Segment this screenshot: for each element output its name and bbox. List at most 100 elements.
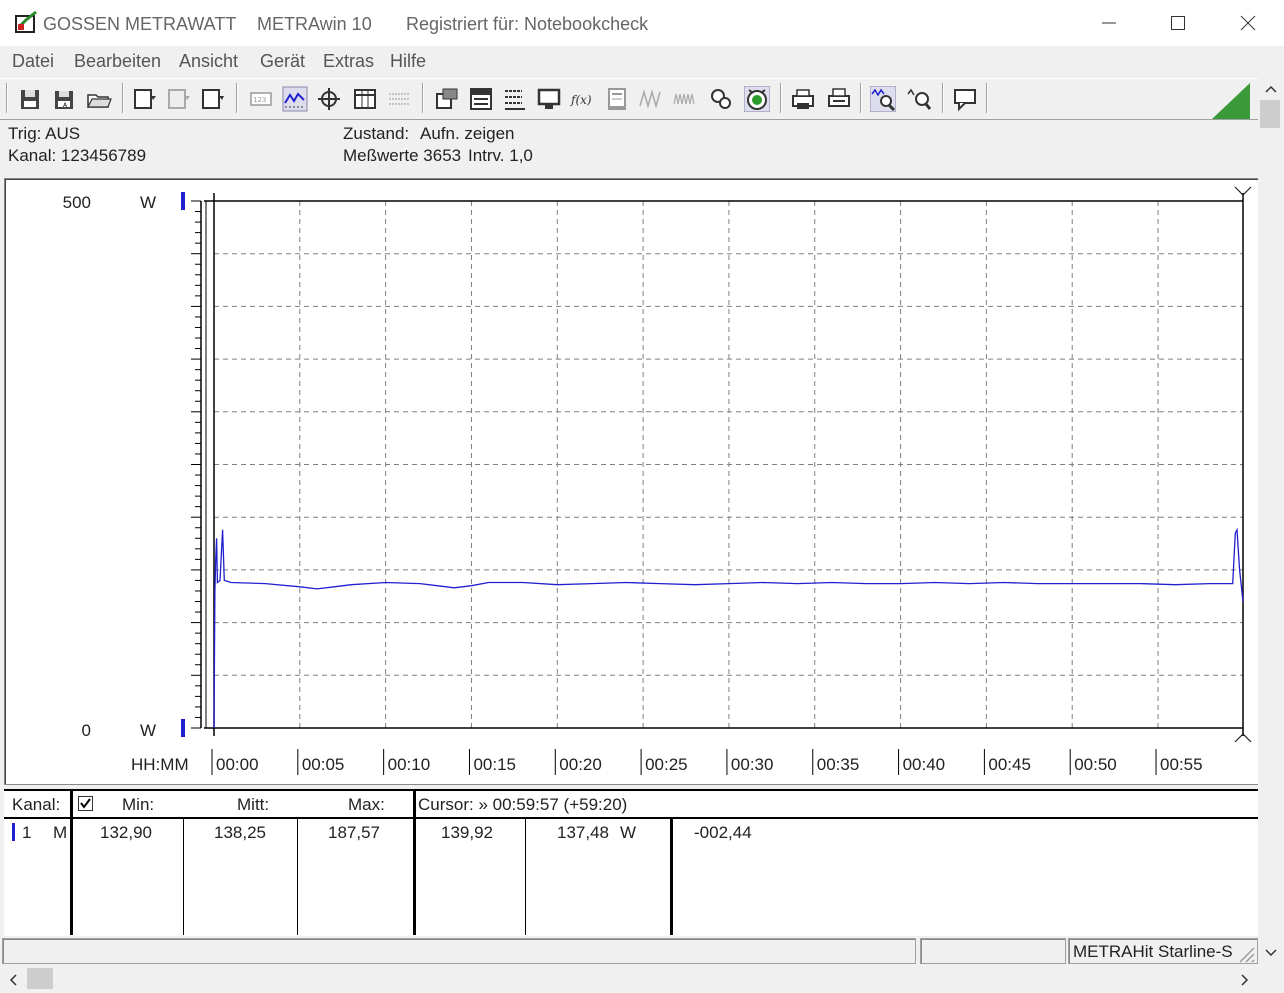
- x-tick-label: 00:15: [473, 755, 516, 774]
- x-tick-labels: 00:00 00:05 00:10 00:15 00:20 00:25 00:30 00:35…: [211, 749, 1203, 775]
- settings-tools-icon[interactable]: [708, 86, 734, 112]
- y-axis-unit-bottom: W: [140, 721, 156, 740]
- vertical-scrollbar[interactable]: [1258, 76, 1284, 966]
- row-mitt: 138,25: [214, 823, 266, 842]
- menu-datei[interactable]: Datei: [12, 51, 54, 72]
- message-icon[interactable]: [952, 86, 978, 112]
- function-icon[interactable]: ƒ(x): [570, 86, 596, 112]
- y-scale-marker-bottom: [181, 719, 185, 737]
- state-value: Aufn. zeigen: [420, 124, 515, 143]
- table-view-icon[interactable]: [352, 86, 378, 112]
- table-header-divider: [4, 817, 1258, 819]
- waveform-dense-icon[interactable]: [672, 86, 698, 112]
- window-tile-icon[interactable]: [468, 86, 494, 112]
- interval-value: Intrv. 1,0: [468, 146, 533, 165]
- vertical-scroll-thumb[interactable]: [1260, 100, 1280, 128]
- crosshair-cursor-icon[interactable]: [316, 86, 342, 112]
- print-icon[interactable]: [826, 86, 852, 112]
- monitor-icon[interactable]: [536, 86, 562, 112]
- menu-extras[interactable]: Extras: [323, 51, 374, 72]
- x-tick-label: 00:05: [302, 755, 345, 774]
- zoom-out-icon[interactable]: [906, 86, 932, 112]
- measurement-count: Meßwerte 3653: [343, 146, 462, 165]
- x-tick-label: 00:25: [645, 755, 688, 774]
- window-arrange-icon[interactable]: [434, 86, 460, 112]
- x-tick-label: 00:10: [388, 755, 431, 774]
- x-tick-label: 00:30: [731, 755, 774, 774]
- channel-list-icon[interactable]: [502, 86, 528, 112]
- status-pane-device: METRAHit Starline-S: [1068, 938, 1258, 964]
- device-disabled-icon[interactable]: [166, 86, 192, 112]
- chart-panel[interactable]: 500 W 0 W HH:MM 00:00 00:05 00:10 00:15 00:2…: [4, 178, 1260, 785]
- row-cursor-value: 139,92: [441, 823, 493, 842]
- header-cursor: Cursor: » 00:59:57 (+59:20): [418, 795, 628, 814]
- scroll-right-arrow-icon[interactable]: [1240, 974, 1250, 986]
- checkmark-icon: [80, 798, 91, 809]
- header-mitt: Mitt:: [237, 795, 270, 814]
- scroll-left-arrow-icon[interactable]: [8, 974, 18, 986]
- status-pane-main: [2, 938, 916, 964]
- trigger-status: Trig: AUS: [8, 124, 81, 143]
- header-max: Max:: [348, 795, 385, 814]
- numeric-view-icon[interactable]: 123: [248, 86, 274, 112]
- toolbar-separator: [422, 83, 424, 113]
- x-tick-label: 00:45: [988, 755, 1031, 774]
- horizontal-scroll-thumb[interactable]: [27, 968, 53, 989]
- status-bar: METRAHit Starline-S: [0, 936, 1258, 966]
- menu-ansicht[interactable]: Ansicht: [179, 51, 238, 72]
- toolbar-separator: [780, 83, 782, 113]
- scroll-down-arrow-icon[interactable]: [1265, 948, 1277, 958]
- power-chart[interactable]: 500 W 0 W HH:MM 00:00 00:05 00:10 00:15 00:2…: [5, 179, 1259, 784]
- close-button[interactable]: [1225, 8, 1271, 38]
- save-as-icon[interactable]: A: [52, 86, 78, 112]
- device-name: METRAHit Starline-S: [1073, 942, 1233, 961]
- chart-axes: [191, 193, 1244, 736]
- chart-grid: [214, 201, 1243, 728]
- scroll-up-arrow-icon[interactable]: [1265, 84, 1277, 94]
- minimize-button[interactable]: [1086, 8, 1132, 38]
- chart-view-icon[interactable]: [282, 86, 308, 112]
- horizontal-scrollbar[interactable]: [0, 966, 1258, 993]
- y-axis-min-label: 0: [82, 721, 91, 740]
- registration-text: Registriert für: Notebookcheck: [406, 14, 649, 34]
- row-cursor-value-2: 137,48: [557, 823, 609, 842]
- app-logo-icon: [14, 10, 38, 39]
- resize-grip-icon[interactable]: [1236, 944, 1256, 964]
- device-write-icon[interactable]: [200, 86, 226, 112]
- menu-hilfe[interactable]: Hilfe: [390, 51, 426, 72]
- row-max: 187,57: [328, 823, 380, 842]
- y-axis-unit-top: W: [140, 193, 156, 212]
- open-folder-icon[interactable]: [86, 86, 112, 112]
- channel-status: Kanal: 123456789: [8, 146, 147, 165]
- measurement-table: Kanal: Min: Mitt: Max: Cursor: » 00:59:5…: [4, 789, 1258, 937]
- status-triangle-icon: [1212, 83, 1250, 119]
- save-icon[interactable]: [18, 86, 44, 112]
- waveform-icon[interactable]: [638, 86, 664, 112]
- y-axis-max-label: 500: [63, 193, 91, 212]
- column-divider: [525, 819, 526, 935]
- record-clock-icon[interactable]: [744, 86, 770, 112]
- column-divider: [297, 819, 298, 935]
- status-pane-middle: [920, 938, 1066, 964]
- maximize-button[interactable]: [1155, 8, 1201, 38]
- row-channel[interactable]: 1: [22, 823, 31, 843]
- menu-bearbeiten[interactable]: Bearbeiten: [74, 51, 161, 72]
- calculator-icon[interactable]: [604, 86, 630, 112]
- device-read-icon[interactable]: [132, 86, 158, 112]
- list-view-icon[interactable]: [386, 86, 412, 112]
- print-preview-icon[interactable]: [790, 86, 816, 112]
- toolbar: A 123 ƒ(x): [0, 78, 1258, 120]
- column-divider: [413, 791, 416, 935]
- row-mode: M: [53, 823, 68, 842]
- svg-text:ƒ(x): ƒ(x): [570, 93, 592, 107]
- row-unit: W: [620, 823, 637, 842]
- header-min: Min:: [122, 795, 155, 814]
- x-tick-label: 00:20: [559, 755, 602, 774]
- row-min: 132,90: [100, 823, 152, 842]
- svg-text:123: 123: [253, 96, 266, 104]
- select-all-checkbox[interactable]: [78, 796, 93, 811]
- menu-geraet[interactable]: Gerät: [260, 51, 305, 72]
- title-bar: GOSSEN METRAWATT METRAwin 10 Registriert…: [0, 0, 1284, 46]
- row-delta: -002,44: [694, 823, 752, 842]
- zoom-chart-icon[interactable]: [870, 86, 896, 112]
